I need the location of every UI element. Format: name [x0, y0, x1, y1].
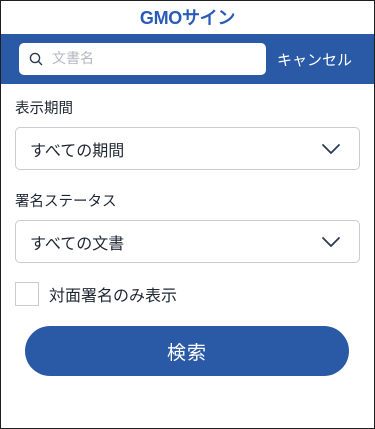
face-to-face-checkbox[interactable]: [15, 282, 39, 306]
search-box[interactable]: [19, 43, 266, 75]
search-panel: GMOサイン キャンセル 表示期間 すべての期間 署名ステータス すべての文書: [0, 0, 375, 429]
chevron-down-icon: [322, 143, 340, 154]
period-select-value: すべての期間: [30, 140, 125, 160]
filter-form: 表示期間 すべての期間 署名ステータス すべての文書 対面署名のみ表示 検索: [1, 99, 374, 376]
period-select[interactable]: すべての期間: [15, 127, 360, 170]
status-select[interactable]: すべての文書: [15, 220, 360, 263]
search-icon: [29, 52, 43, 66]
app-logo: GMOサイン: [139, 7, 236, 28]
status-label: 署名ステータス: [15, 194, 117, 210]
cancel-button[interactable]: キャンセル: [277, 49, 352, 70]
face-to-face-label[interactable]: 対面署名のみ表示: [49, 282, 177, 306]
period-label: 表示期間: [15, 101, 73, 117]
face-to-face-option: 対面署名のみ表示: [15, 282, 358, 306]
header: GMOサイン: [1, 1, 374, 34]
search-button[interactable]: 検索: [25, 326, 349, 376]
chevron-down-icon: [322, 236, 340, 247]
status-select-value: すべての文書: [30, 233, 125, 253]
document-name-search-input[interactable]: [52, 51, 252, 67]
search-bar: キャンセル: [1, 34, 374, 84]
